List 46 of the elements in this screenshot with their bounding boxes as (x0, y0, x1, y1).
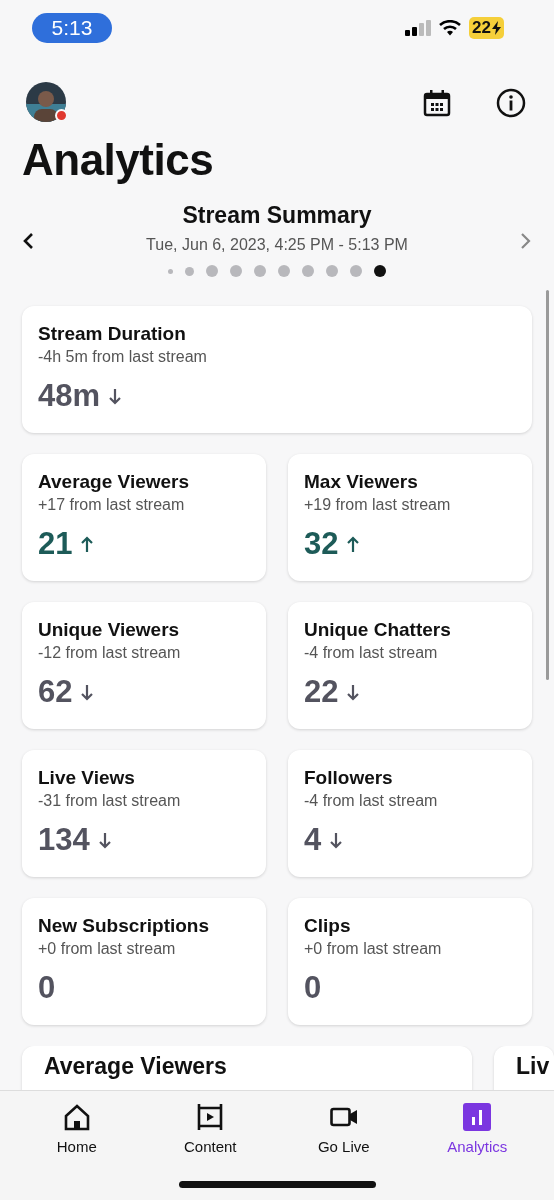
stat-value: 4 (304, 822, 322, 858)
stat-change: -4 from last stream (304, 643, 439, 663)
stat-value: 134 (38, 822, 90, 858)
signal-icon (405, 19, 432, 36)
stat-label: Stream Duration (38, 322, 187, 346)
stat-change: -31 from last stream (38, 791, 182, 811)
charging-icon (492, 20, 501, 35)
stat-label: Followers (304, 766, 394, 790)
stat-value: 62 (38, 674, 73, 710)
stat-value: 0 (304, 970, 322, 1006)
battery-percent: 22 (472, 16, 491, 39)
stat-value: 0 (38, 970, 56, 1006)
stat-change: +19 from last stream (304, 495, 452, 515)
stat-label: New Subscriptions (38, 914, 211, 938)
stat-change: +0 from last stream (304, 939, 443, 959)
stat-change: -4 from last stream (304, 791, 439, 811)
stat-change: +17 from last stream (38, 495, 186, 515)
stat-value: 48m (38, 378, 101, 414)
summary-title: Stream Summary (182, 201, 372, 230)
stat-label: Unique Chatters (304, 618, 452, 642)
stat-value: 32 (304, 526, 339, 562)
bar-chart-icon (463, 1103, 492, 1131)
stat-label: Live Views (38, 766, 136, 790)
stat-value: 22 (304, 674, 339, 710)
summary-date: Tue, Jun 6, 2023, 4:25 PM - 5:13 PM (146, 235, 408, 255)
status-time: 5:13 (32, 12, 112, 43)
stat-change: -12 from last stream (38, 643, 182, 663)
stat-value: 21 (38, 526, 73, 562)
info-icon[interactable] (496, 88, 526, 118)
film-icon (196, 1103, 225, 1131)
stat-label: Average Viewers (38, 470, 191, 494)
wifi-icon (439, 19, 462, 36)
calendar-icon[interactable] (423, 89, 451, 117)
page-title: Analytics (21, 134, 215, 186)
chart-title: Average Viewers (44, 1052, 228, 1080)
tab-item[interactable]: Go Live (288, 1103, 399, 1157)
stat-change: +0 from last stream (38, 939, 177, 959)
stat-label: Clips (304, 914, 352, 938)
stat-label: Max Viewers (304, 470, 419, 494)
tab-item[interactable]: Analytics (422, 1103, 533, 1157)
home-icon (62, 1103, 91, 1131)
tab-item[interactable]: Home (21, 1103, 132, 1157)
chart-title: Liv (516, 1052, 551, 1080)
tab-item[interactable]: Content (155, 1103, 266, 1157)
stat-label: Unique Viewers (38, 618, 181, 642)
stat-change: -4h 5m from last stream (38, 347, 208, 367)
